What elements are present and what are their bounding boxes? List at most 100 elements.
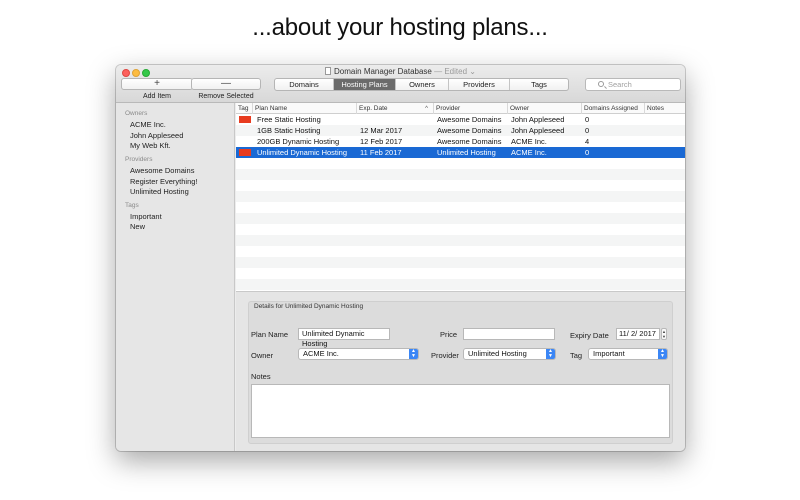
- expiry-date-label: Expiry Date: [570, 331, 609, 340]
- notes-text-area[interactable]: [251, 384, 670, 438]
- sidebar-item-new[interactable]: New: [130, 222, 145, 231]
- cell-provider: Awesome Domains: [437, 115, 502, 124]
- cell-plan-name: Unlimited Dynamic Hosting: [257, 148, 348, 157]
- tag-label: Tag: [570, 351, 583, 360]
- cell-owner: ACME Inc.: [511, 137, 547, 146]
- cell-domains: 0: [585, 148, 590, 157]
- provider-popup-value: Unlimited Hosting: [468, 349, 527, 358]
- table-row-stripe: [236, 235, 685, 246]
- sidebar-header-tags: Tags: [125, 202, 139, 209]
- table-row[interactable]: 1GB Static Hosting 12 Mar 2017 Awesome Dom…: [236, 125, 685, 136]
- popup-arrows-icon: ▲ ▼: [658, 349, 667, 359]
- column-header-exp-date[interactable]: Exp. Date ^: [357, 103, 434, 114]
- add-item-label: Add Item: [142, 93, 171, 100]
- sidebar-item-my-web-kft[interactable]: My Web Kft.: [130, 141, 171, 150]
- table-row-stripe: [236, 213, 685, 224]
- column-header-provider[interactable]: Provider: [434, 103, 508, 114]
- sidebar: Owners ACME Inc. John Appleseed My Web K…: [116, 103, 235, 451]
- cell-domains: 0: [585, 126, 590, 135]
- plus-icon: +: [154, 78, 160, 89]
- edited-indicator[interactable]: — Edited ⌄: [434, 67, 476, 76]
- cell-plan-name: 1GB Static Hosting: [257, 126, 321, 135]
- popup-arrows-icon: ▲ ▼: [546, 349, 555, 359]
- search-icon: [598, 81, 604, 87]
- table-row-stripe: [236, 169, 685, 180]
- table-row[interactable]: Free Static Hosting Awesome Domains John A…: [236, 114, 685, 125]
- expiry-date-stepper[interactable]: ▲ ▼: [661, 328, 667, 340]
- table-row[interactable]: Unlimited Dynamic Hosting 11 Feb 2017 Unli…: [236, 147, 685, 158]
- cell-owner: ACME Inc.: [511, 148, 547, 157]
- document-icon: [325, 67, 332, 75]
- cell-exp-date: 11 Feb 2017: [360, 148, 402, 157]
- table-row-stripe: [236, 257, 685, 268]
- remove-selected-label: Remove Selected: [198, 93, 254, 100]
- remove-selected-button[interactable]: —: [191, 78, 261, 90]
- cell-plan-name: Free Static Hosting: [257, 115, 321, 124]
- popup-arrows-icon: ▲ ▼: [409, 349, 418, 359]
- table-row-stripe: [236, 191, 685, 202]
- section-tabs: Domains Hosting Plans Owners Providers T…: [274, 78, 569, 91]
- table-row-stripe: [236, 279, 685, 290]
- cell-domains: 4: [585, 137, 590, 146]
- cell-domains: 0: [585, 115, 590, 124]
- sidebar-item-important[interactable]: Important: [130, 212, 162, 221]
- sidebar-item-register-everything[interactable]: Register Everything!: [130, 177, 198, 186]
- cell-owner: John Appleseed: [511, 126, 565, 135]
- sidebar-header-owners: Owners: [125, 110, 148, 117]
- add-item-button[interactable]: +: [121, 78, 193, 90]
- plan-name-label: Plan Name: [251, 330, 289, 339]
- owner-label: Owner: [251, 351, 274, 360]
- sidebar-item-unlimited-hosting[interactable]: Unlimited Hosting: [130, 187, 189, 196]
- cell-owner: John Appleseed: [511, 115, 565, 124]
- tag-color-swatch: [239, 116, 251, 123]
- sidebar-item-acme-inc[interactable]: ACME Inc.: [130, 120, 166, 129]
- minus-icon: —: [221, 78, 231, 89]
- notes-label: Notes: [251, 372, 271, 381]
- tab-tags[interactable]: Tags: [510, 79, 568, 90]
- page-headline: ...about your hosting plans...: [252, 14, 548, 41]
- detail-panel: Plan Name Unlimited Dynamic Hosting Pric…: [236, 291, 685, 451]
- column-header-tag[interactable]: Tag: [236, 103, 253, 114]
- column-header-owner[interactable]: Owner: [508, 103, 582, 114]
- cell-exp-date: 12 Mar 2017: [360, 126, 403, 135]
- column-header-notes[interactable]: Notes: [645, 103, 685, 114]
- hosting-plans-table: Free Static Hosting Awesome Domains John A…: [236, 114, 685, 291]
- tab-hosting-plans[interactable]: Hosting Plans: [334, 79, 396, 90]
- column-header-domains-assigned[interactable]: Domains Assigned: [582, 103, 645, 114]
- price-field[interactable]: [463, 328, 555, 340]
- window-title: Domain Manager Database — Edited ⌄: [116, 67, 685, 76]
- tab-providers[interactable]: Providers: [449, 79, 510, 90]
- cell-provider: Awesome Domains: [437, 137, 502, 146]
- cell-exp-date: 12 Feb 2017: [360, 137, 403, 146]
- cell-plan-name: 200GB Dynamic Hosting: [257, 137, 340, 146]
- owner-popup-value: ACME Inc.: [303, 349, 339, 358]
- sidebar-item-john-appleseed[interactable]: John Appleseed: [130, 131, 183, 140]
- expiry-date-field[interactable]: 11/ 2/ 2017: [616, 328, 660, 340]
- owner-popup[interactable]: ACME Inc. ▲ ▼: [298, 348, 419, 360]
- sidebar-item-awesome-domains[interactable]: Awesome Domains: [130, 166, 194, 175]
- detail-title: Details for Unlimited Dynamic Hosting: [254, 303, 364, 310]
- main-content: Tag Plan Name Exp. Date ^ Provider Owner…: [236, 103, 685, 451]
- sidebar-header-providers: Providers: [125, 156, 153, 163]
- provider-popup[interactable]: Unlimited Hosting ▲ ▼: [463, 348, 556, 360]
- detail-group-box: Plan Name Unlimited Dynamic Hosting Pric…: [248, 301, 673, 444]
- column-header-exp-date-label: Exp. Date: [359, 105, 388, 112]
- cell-provider: Awesome Domains: [437, 126, 502, 135]
- tab-domains[interactable]: Domains: [275, 79, 334, 90]
- app-window: Domain Manager Database — Edited ⌄ + Add…: [116, 65, 685, 451]
- tag-popup-value: Important: [593, 349, 625, 358]
- tag-popup[interactable]: Important ▲ ▼: [588, 348, 668, 360]
- cell-provider: Unlimited Hosting: [437, 148, 496, 157]
- table-header: Tag Plan Name Exp. Date ^ Provider Owner…: [236, 103, 685, 114]
- toolbar: Domain Manager Database — Edited ⌄ + Add…: [116, 65, 685, 103]
- window-title-text: Domain Manager Database: [334, 67, 432, 76]
- search-field[interactable]: Search: [585, 78, 681, 91]
- search-placeholder: Search: [608, 80, 632, 89]
- price-label: Price: [440, 330, 458, 339]
- table-row[interactable]: 200GB Dynamic Hosting 12 Feb 2017 Awesome …: [236, 136, 685, 147]
- tab-owners[interactable]: Owners: [396, 79, 449, 90]
- tag-color-swatch: [239, 149, 251, 156]
- provider-label: Provider: [431, 351, 459, 360]
- column-header-plan-name[interactable]: Plan Name: [253, 103, 357, 114]
- plan-name-field[interactable]: Unlimited Dynamic Hosting: [298, 328, 390, 348]
